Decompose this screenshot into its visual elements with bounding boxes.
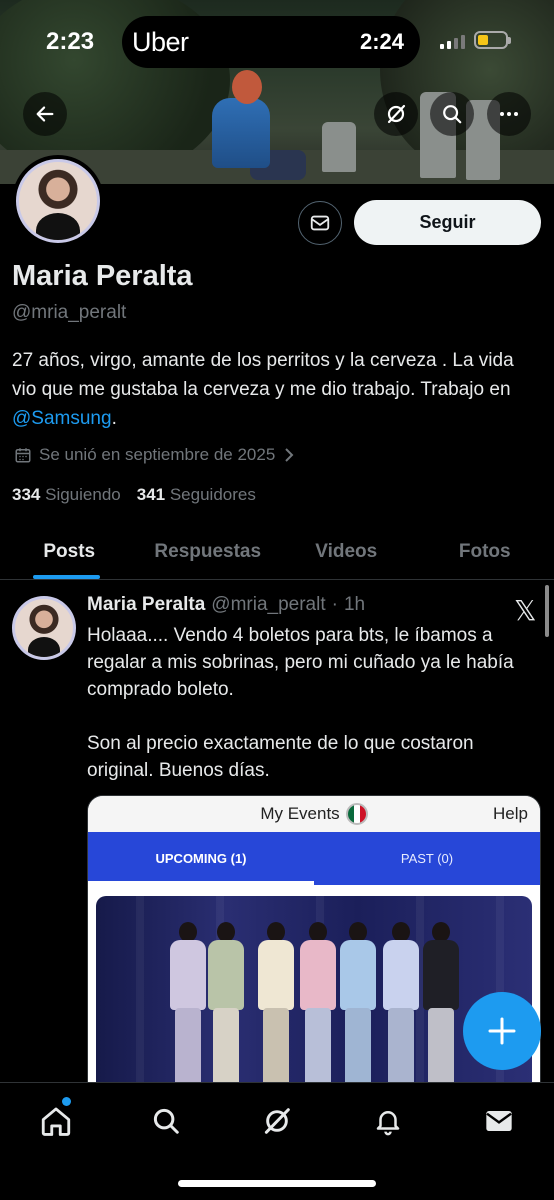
post-dot: · [331, 594, 338, 615]
dynamic-island[interactable]: Uber 2:24 [122, 16, 420, 68]
profile-name: Maria Peralta [12, 260, 193, 292]
scrollbar[interactable] [545, 585, 549, 637]
media-tab-upcoming: UPCOMING (1) [88, 832, 314, 885]
search-icon [153, 1108, 179, 1134]
tab-fotos[interactable]: Fotos [416, 524, 554, 579]
nav-search[interactable] [146, 1101, 186, 1141]
grok-button[interactable] [374, 92, 418, 136]
search-button[interactable] [430, 92, 474, 136]
bell-icon [376, 1111, 400, 1136]
following-count: 334 [12, 485, 41, 504]
post-text: Holaaa.... Vendo 4 boletos para bts, le … [87, 625, 514, 781]
profile-bio: 27 años, virgo, amante de los perritos y… [12, 346, 542, 433]
compose-button[interactable] [463, 992, 541, 1070]
followers-label: Seguidores [169, 485, 256, 504]
nav-grok[interactable] [257, 1101, 297, 1141]
message-button[interactable] [298, 201, 342, 245]
more-button[interactable] [487, 92, 531, 136]
media-tabs: UPCOMING (1) PAST (0) [88, 832, 540, 885]
more-icon [500, 112, 518, 116]
search-icon [443, 105, 462, 124]
envelope-icon [486, 1111, 512, 1131]
media-header-title: My Events [260, 804, 340, 823]
follow-stats: 334 Siguiendo 341 Seguidores [12, 485, 256, 505]
following-label: Siguiendo [45, 485, 121, 504]
battery-icon [474, 31, 511, 49]
joined-text: Se unió en septiembre de 2025 [39, 445, 276, 464]
followers-count: 341 [136, 485, 166, 504]
media-help: Help [493, 804, 528, 823]
post-time: 1h [343, 594, 366, 615]
island-app-name: Uber [132, 26, 189, 57]
home-indicator[interactable] [178, 1180, 376, 1187]
profile-handle: @mria_peralt [12, 302, 127, 323]
calendar-icon [15, 448, 31, 463]
joined-date[interactable]: Se unió en septiembre de 2025 [14, 445, 296, 465]
nav-notifications[interactable] [368, 1101, 408, 1141]
status-time: 2:23 [46, 28, 95, 55]
home-notification-dot [62, 1097, 71, 1106]
band-photo [96, 896, 532, 1084]
plus-icon [488, 1017, 516, 1045]
chevron-right-icon [285, 448, 294, 462]
home-icon [41, 1107, 71, 1136]
post-handle: @mria_peralt [211, 594, 326, 615]
following-link[interactable]: 334 Siguiendo [12, 485, 121, 505]
tab-posts[interactable]: Posts [0, 524, 139, 579]
grok-icon [387, 104, 406, 124]
nav-home[interactable] [36, 1101, 76, 1141]
post-avatar[interactable] [12, 596, 76, 660]
bio-end: . [111, 408, 117, 429]
media-tab-past: PAST (0) [314, 832, 540, 885]
mexico-flag-icon [345, 803, 368, 825]
profile-avatar[interactable] [12, 155, 104, 247]
profile-tabs: Posts Respuestas Videos Fotos [0, 524, 554, 580]
tab-respuestas[interactable]: Respuestas [139, 524, 278, 579]
back-button[interactable] [23, 92, 67, 136]
bio-mention-link[interactable]: @Samsung [12, 408, 112, 429]
follow-button[interactable]: Seguir [354, 200, 541, 245]
tab-videos[interactable]: Videos [277, 524, 416, 579]
bio-text: 27 años, virgo, amante de los perritos y… [12, 350, 514, 400]
nav-messages[interactable] [479, 1101, 519, 1141]
island-time: 2:24 [359, 29, 404, 54]
media-header: My Events Help [88, 796, 540, 832]
followers-link[interactable]: 341 Seguidores [137, 485, 256, 505]
signal-icon [440, 33, 465, 49]
media-tab-past-label: PAST (0) [400, 851, 454, 866]
post-header: Maria Peralta @mria_peralt · 1h [87, 594, 365, 616]
post-author[interactable]: Maria Peralta [87, 594, 205, 616]
grok-icon [264, 1108, 290, 1134]
media-tab-upcoming-label: UPCOMING (1) [155, 851, 247, 866]
back-arrow-icon [36, 106, 54, 122]
envelope-icon [310, 215, 330, 231]
